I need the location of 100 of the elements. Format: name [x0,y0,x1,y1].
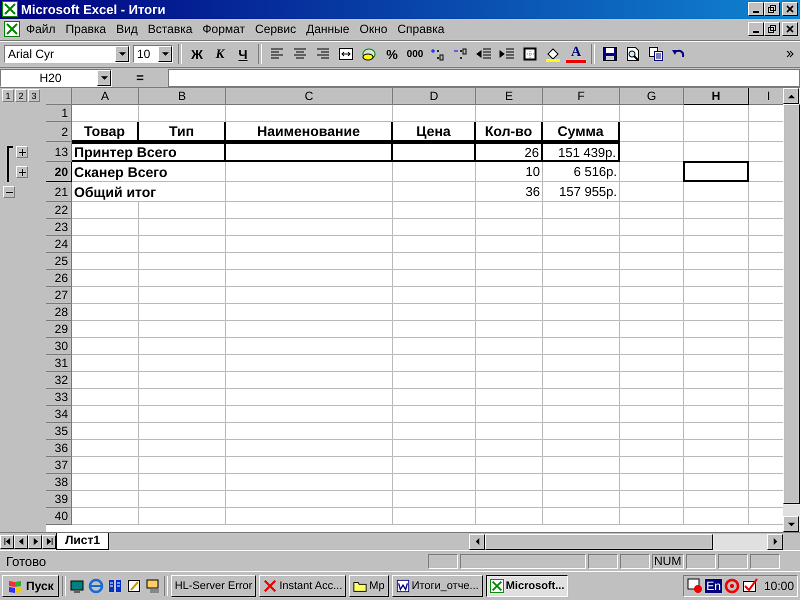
row-header[interactable]: 40 [46,508,72,526]
previous-sheet-button[interactable] [14,534,28,549]
menu-item[interactable]: Справка [393,22,448,36]
row-header[interactable]: 29 [46,321,72,338]
taskbar-button[interactable]: Microsoft... [486,575,568,598]
restore-button[interactable] [764,22,780,36]
sheet-tab[interactable]: Лист1 [56,533,110,550]
menu-item[interactable]: Окно [355,22,392,36]
table-cell[interactable] [226,142,393,162]
table-cell[interactable]: Принтер Всего [72,142,226,162]
row-header[interactable]: 39 [46,491,72,508]
row-header[interactable]: 31 [46,355,72,372]
row-header[interactable]: 28 [46,304,72,322]
outline-level-button[interactable]: 3 [28,89,40,102]
book-icon[interactable] [106,578,123,594]
taskbar-button[interactable]: Instant Acc... [259,575,346,598]
row-header[interactable]: 35 [46,423,72,440]
restore-button[interactable] [764,2,780,16]
menu-item[interactable]: Формат [198,22,250,36]
minimize-button[interactable] [748,2,764,16]
font-dropdown[interactable]: Arial Cyr [4,45,130,64]
scroll-up-button[interactable] [783,88,799,104]
table-cell[interactable]: Сумма [543,122,620,142]
menu-item[interactable]: Сервис [251,22,300,36]
notepad-icon[interactable] [126,578,142,594]
row-header[interactable]: 30 [46,338,72,356]
spreadsheet-icon[interactable] [4,21,20,38]
table-cell[interactable]: 26 [476,142,543,162]
row-header[interactable]: 26 [46,270,72,288]
column-header[interactable]: H [684,88,749,106]
row-header[interactable]: 36 [46,440,72,458]
close-button[interactable] [782,2,798,16]
font-size-dropdown[interactable]: 10 [133,45,173,64]
desktop-icon[interactable] [68,578,85,594]
table-cell[interactable]: 10 [476,162,543,182]
menu-item[interactable]: Вид [112,22,142,36]
column-header[interactable]: A [72,88,139,106]
collapse-button[interactable] [3,186,15,198]
column-header[interactable]: I [749,88,783,106]
row-header[interactable]: 23 [46,219,72,236]
monitor-icon[interactable] [144,578,161,594]
row-header[interactable]: 32 [46,372,72,390]
checkmark-icon[interactable] [742,578,758,594]
table-cell[interactable]: Товар [72,122,139,142]
column-header[interactable]: C [226,88,393,106]
table-cell[interactable]: Тип [139,122,226,142]
table-cell[interactable]: 151 439р. [543,142,620,162]
taskbar-button[interactable]: Итоги_отче... [392,575,483,598]
first-sheet-button[interactable] [0,534,14,549]
row-header[interactable]: 38 [46,474,72,492]
table-cell[interactable]: 6 516р. [543,162,620,182]
table-cell[interactable] [393,142,476,162]
column-header[interactable]: D [393,88,476,106]
row-header[interactable]: 25 [46,253,72,270]
table-cell[interactable]: Наименование [226,122,393,142]
row-header[interactable]: 22 [46,202,72,220]
table-cell[interactable]: Кол-во [476,122,543,142]
table-cell[interactable]: Сканер Всего [72,162,226,182]
minimize-button[interactable] [748,22,764,36]
row-header[interactable]: 27 [46,287,72,304]
horizontal-scrollbar[interactable] [469,534,783,550]
dropdown-button[interactable] [158,46,172,62]
next-sheet-button[interactable] [28,534,42,549]
expand-button[interactable] [16,166,28,178]
column-header[interactable]: F [543,88,620,106]
formula-input[interactable] [168,68,800,87]
row-header[interactable]: 34 [46,406,72,424]
scroll-left-button[interactable] [469,534,486,550]
close-button[interactable] [782,22,798,36]
row-header[interactable]: 33 [46,389,72,406]
dropdown-button[interactable] [97,70,111,86]
row-header[interactable]: 1 [46,105,72,122]
taskbar-button[interactable]: Mp [349,575,389,598]
menu-item[interactable]: Правка [62,22,110,36]
column-header[interactable]: B [139,88,226,106]
row-header[interactable]: 37 [46,457,72,474]
row-header[interactable]: 24 [46,236,72,254]
row-header[interactable]: 2 [46,122,72,142]
table-cell[interactable]: 157 955р. [543,182,620,202]
scroll-right-button[interactable] [767,534,783,550]
table-cell[interactable]: 36 [476,182,543,202]
table-cell[interactable]: Цена [393,122,476,142]
start-button[interactable]: Пуск [2,575,59,598]
font-color-button[interactable]: A [566,45,586,64]
scheduler-icon[interactable] [687,578,704,594]
taskbar-button[interactable]: HL-Server Error [170,575,256,598]
language-indicator[interactable]: En [705,579,722,594]
expand-button[interactable] [16,146,28,158]
menu-item[interactable]: Данные [302,22,354,36]
scroll-thumb[interactable] [485,534,714,550]
outline-level-button[interactable]: 1 [2,89,14,102]
dropdown-button[interactable] [115,46,129,62]
column-header[interactable]: E [476,88,543,106]
column-header[interactable]: G [620,88,684,106]
scroll-down-button[interactable] [783,516,799,532]
row-header[interactable]: 21 [46,182,72,202]
menu-item[interactable]: Файл [22,22,60,36]
select-all-corner[interactable] [46,88,72,106]
formula-equals-sign[interactable]: = [114,70,166,86]
last-sheet-button[interactable] [42,534,56,549]
